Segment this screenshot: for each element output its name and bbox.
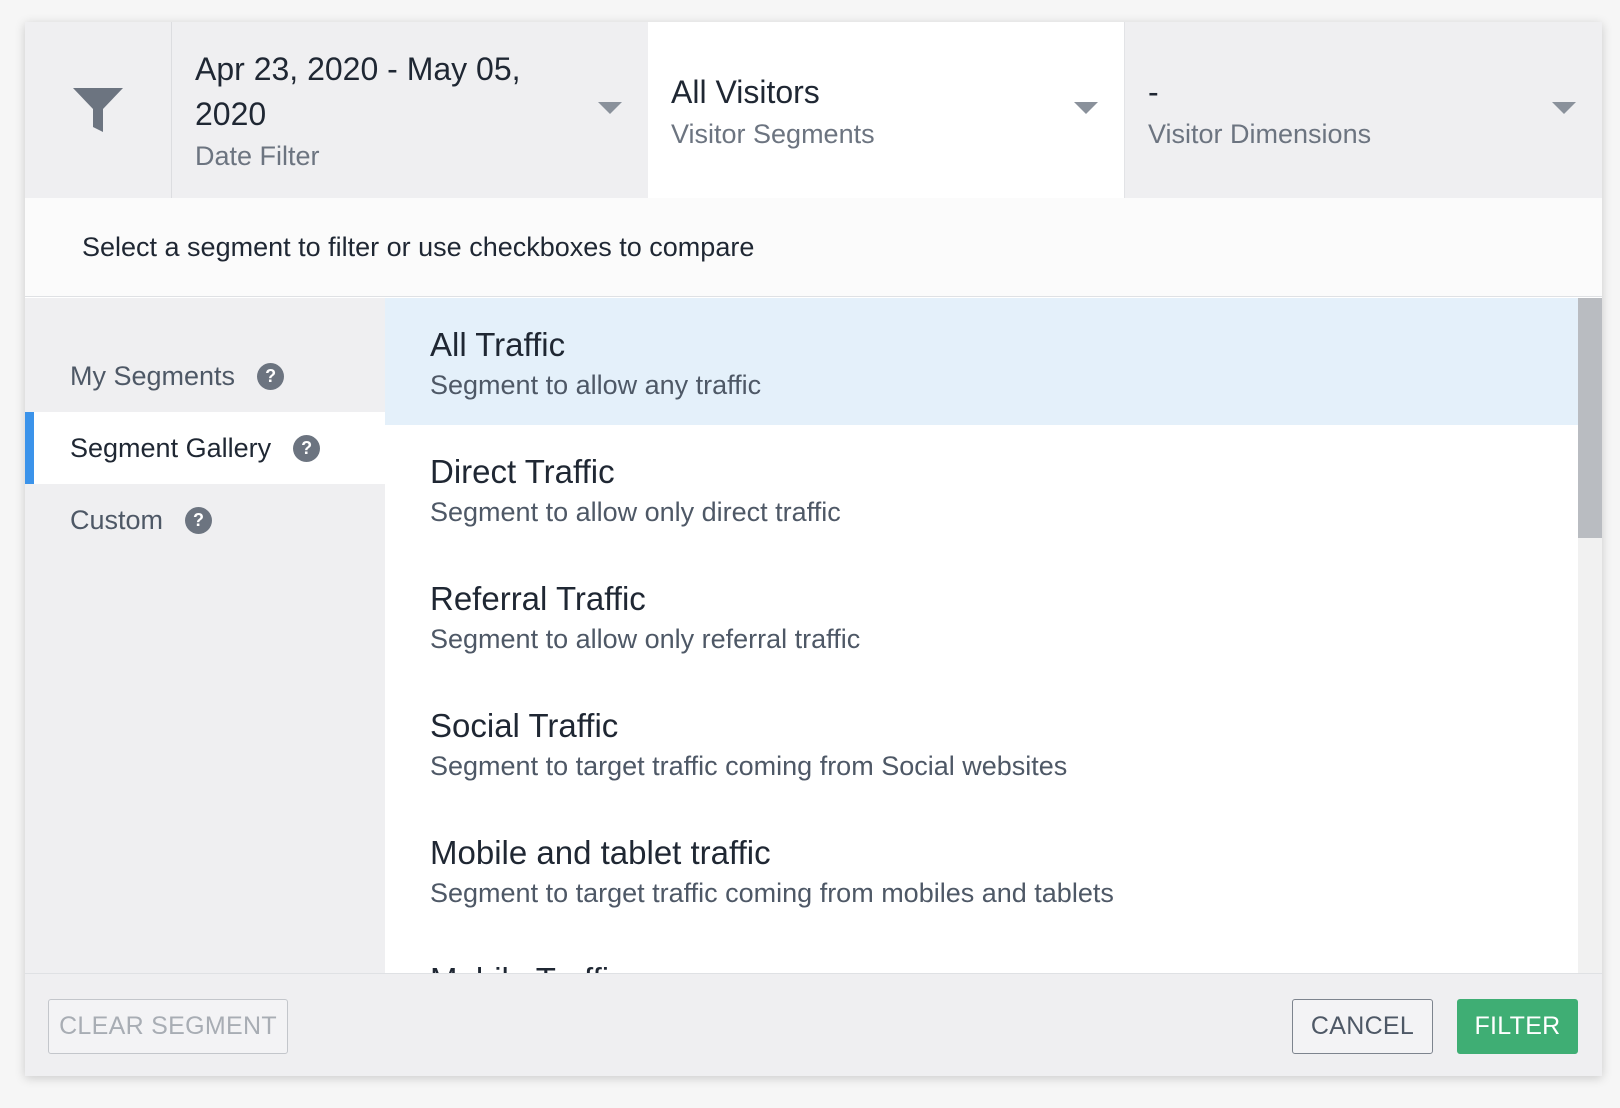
sidebar-item-label: Custom: [70, 504, 164, 535]
segment-title: Direct Traffic: [430, 453, 615, 490]
sidebar-item-segment-gallery[interactable]: Segment Gallery ?: [25, 412, 385, 484]
sidebar-item-label: My Segments: [70, 360, 236, 391]
date-filter-dropdown[interactable]: Apr 23, 2020 - May 05, 2020 Date Filter: [172, 22, 648, 198]
visitor-dimensions-label: Visitor Dimensions: [1148, 119, 1372, 149]
dialog-footer: CLEAR SEGMENT CANCEL FILTER: [25, 973, 1602, 1076]
help-icon[interactable]: ?: [257, 362, 285, 390]
segment-hint-text: Select a segment to filter or use checkb…: [82, 231, 755, 262]
segment-item-social-traffic[interactable]: Social Traffic Segment to target traffic…: [385, 679, 1602, 806]
visitor-segments-dropdown[interactable]: All Visitors Visitor Segments: [648, 22, 1124, 198]
segment-title: Mobile Traffic: [430, 960, 1602, 973]
sidebar-item-custom[interactable]: Custom ?: [25, 484, 385, 556]
caret-down-icon: [1552, 102, 1576, 114]
segment-item-mobile-and-tablet-traffic[interactable]: Mobile and tablet traffic Segment to tar…: [385, 806, 1602, 933]
help-icon[interactable]: ?: [185, 506, 213, 534]
filter-button[interactable]: FILTER: [1457, 999, 1578, 1054]
visitor-dimensions-dropdown[interactable]: - Visitor Dimensions: [1124, 22, 1602, 198]
date-filter-label: Date Filter: [195, 141, 320, 171]
segment-description: Segment to allow only direct traffic: [430, 497, 841, 527]
segment-filter-dialog: Apr 23, 2020 - May 05, 2020 Date Filter …: [25, 22, 1602, 1076]
caret-down-icon: [598, 102, 622, 114]
caret-down-icon: [1074, 102, 1098, 114]
scrollbar-thumb[interactable]: [1578, 298, 1602, 538]
funnel-icon: [25, 22, 172, 198]
segment-item-all-traffic[interactable]: All Traffic Segment to allow any traffic: [385, 298, 1578, 425]
segment-title: Social Traffic: [430, 707, 619, 744]
segment-description: Segment to target traffic coming from mo…: [430, 878, 1114, 908]
segment-description: Segment to allow only referral traffic: [430, 624, 861, 654]
filter-bar: Apr 23, 2020 - May 05, 2020 Date Filter …: [25, 22, 1602, 198]
segment-item-referral-traffic[interactable]: Referral Traffic Segment to allow only r…: [385, 552, 1602, 679]
segment-title: Mobile and tablet traffic: [430, 834, 771, 871]
segment-title: All Traffic: [430, 326, 566, 363]
cancel-button[interactable]: CANCEL: [1292, 999, 1433, 1054]
segment-list: All Traffic Segment to allow any traffic…: [385, 298, 1602, 973]
segment-item-direct-traffic[interactable]: Direct Traffic Segment to allow only dir…: [385, 425, 1602, 552]
visitor-segments-label: Visitor Segments: [671, 119, 875, 149]
date-filter-value: Apr 23, 2020 - May 05, 2020: [195, 51, 521, 132]
segment-list-scrollbar[interactable]: [1578, 298, 1602, 973]
help-icon[interactable]: ?: [293, 434, 321, 462]
visitor-segments-value: All Visitors: [671, 74, 820, 110]
segment-description: Segment to target traffic coming from So…: [430, 751, 1068, 781]
clear-segment-button[interactable]: CLEAR SEGMENT: [48, 999, 288, 1054]
visitor-dimensions-value: -: [1148, 74, 1159, 110]
sidebar-item-my-segments[interactable]: My Segments ?: [25, 340, 385, 412]
segment-sidebar: My Segments ? Segment Gallery ? Custom ?: [25, 298, 385, 973]
segment-description: Segment to allow any traffic: [430, 370, 762, 400]
segment-title: Referral Traffic: [430, 580, 646, 617]
sidebar-item-label: Segment Gallery: [70, 432, 272, 463]
segment-item-mobile-traffic[interactable]: Mobile Traffic: [385, 933, 1602, 973]
segment-hint: Select a segment to filter or use checkb…: [25, 198, 1602, 297]
